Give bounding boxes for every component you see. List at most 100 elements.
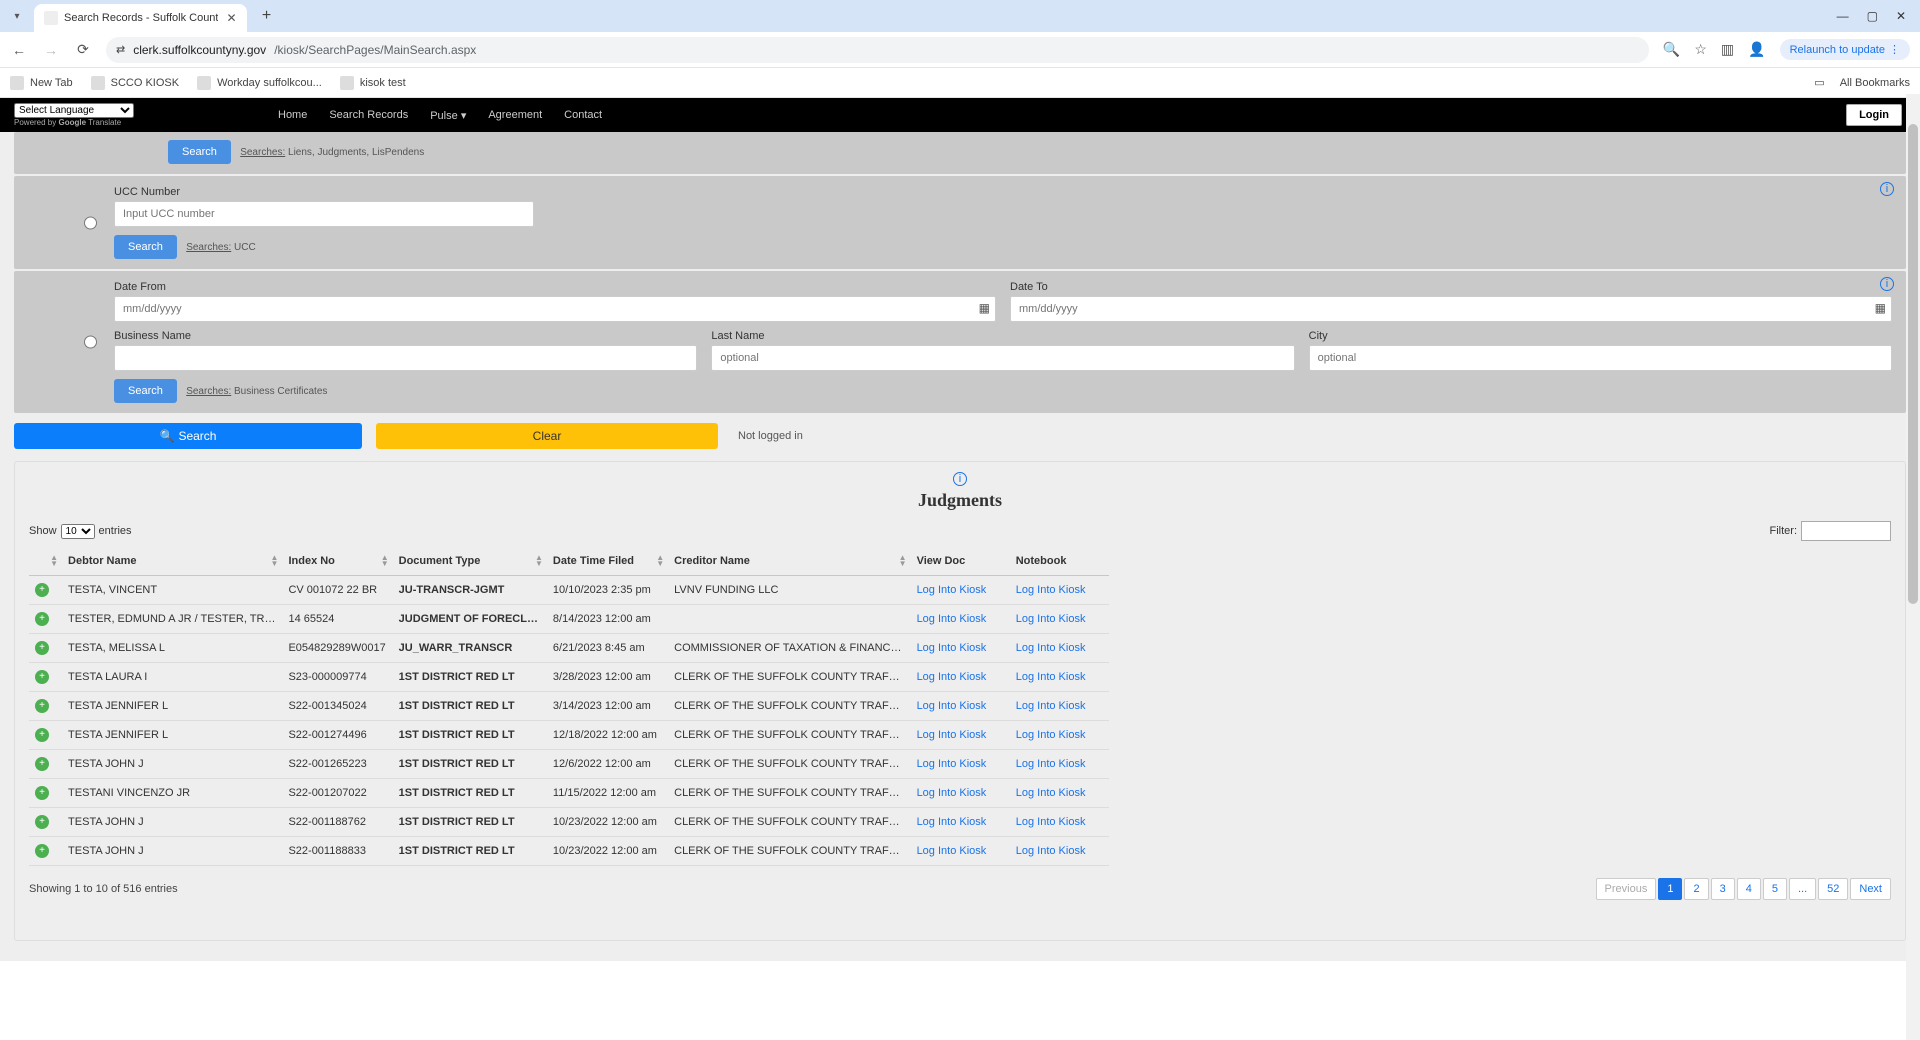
relaunch-button[interactable]: Relaunch to update⋮ (1780, 39, 1910, 60)
ucc-radio[interactable] (84, 216, 97, 229)
nav-home[interactable]: Home (278, 109, 307, 122)
col-index[interactable]: Index No▲▼ (282, 547, 392, 576)
page-52[interactable]: 52 (1818, 878, 1848, 900)
col-datefiled[interactable]: Date Time Filed▲▼ (547, 547, 668, 576)
view-doc-link[interactable]: Log Into Kiosk (917, 787, 987, 799)
info-icon[interactable]: i (1880, 277, 1894, 291)
notebook-link[interactable]: Log Into Kiosk (1016, 729, 1086, 741)
notebook-link[interactable]: Log Into Kiosk (1016, 671, 1086, 683)
page-prev[interactable]: Previous (1596, 878, 1657, 900)
col-expand[interactable]: ▲▼ (29, 547, 62, 576)
scrollbar-thumb[interactable] (1908, 124, 1918, 604)
view-doc-link[interactable]: Log Into Kiosk (917, 729, 987, 741)
page-3[interactable]: 3 (1711, 878, 1735, 900)
sidepanel-icon[interactable]: ▥ (1721, 41, 1734, 58)
page-5[interactable]: 5 (1763, 878, 1787, 900)
calendar-icon[interactable]: ▦ (1875, 301, 1886, 315)
new-tab-button[interactable]: + (255, 4, 279, 28)
nav-agreement[interactable]: Agreement (488, 109, 542, 122)
view-doc-link[interactable]: Log Into Kiosk (917, 584, 987, 596)
language-select[interactable]: Select Language (14, 103, 134, 118)
main-search-button[interactable]: 🔍Search (14, 423, 362, 449)
tab-search-dropdown[interactable]: ▾ (6, 5, 28, 27)
view-doc-link[interactable]: Log Into Kiosk (917, 613, 987, 625)
view-doc-link[interactable]: Log Into Kiosk (917, 816, 987, 828)
business-radio[interactable] (84, 336, 97, 349)
cell-debtor: TESTANI VINCENZO JR (62, 779, 282, 808)
notebook-link[interactable]: Log Into Kiosk (1016, 584, 1086, 596)
info-icon[interactable]: i (1880, 182, 1894, 196)
cell-debtor: TESTA, VINCENT (62, 576, 282, 605)
vertical-scrollbar[interactable] (1906, 94, 1920, 1040)
close-window-icon[interactable]: ✕ (1896, 9, 1906, 23)
info-icon[interactable]: i (953, 472, 967, 486)
browser-tab[interactable]: Search Records - Suffolk Count ✕ (34, 4, 247, 32)
view-doc-link[interactable]: Log Into Kiosk (917, 758, 987, 770)
col-debtor[interactable]: Debtor Name▲▼ (62, 547, 282, 576)
expand-row-icon[interactable]: + (35, 844, 49, 858)
expand-row-icon[interactable]: + (35, 786, 49, 800)
nav-contact[interactable]: Contact (564, 109, 602, 122)
page-ellipsis[interactable]: ... (1789, 878, 1816, 900)
bookmark-star-icon[interactable]: ☆ (1694, 41, 1707, 58)
bookmark-item[interactable]: kisok test (340, 76, 406, 90)
view-doc-link[interactable]: Log Into Kiosk (917, 671, 987, 683)
business-name-input[interactable] (114, 345, 697, 371)
expand-row-icon[interactable]: + (35, 612, 49, 626)
bookmark-item[interactable]: Workday suffolkcou... (197, 76, 322, 90)
filter-input[interactable] (1801, 521, 1891, 541)
date-to-input[interactable] (1010, 296, 1892, 322)
back-button[interactable]: ← (10, 42, 28, 58)
login-button[interactable]: Login (1846, 104, 1902, 126)
language-selector[interactable]: Select Language Powered by Google Transl… (14, 102, 134, 127)
view-doc-link[interactable]: Log Into Kiosk (917, 845, 987, 857)
reload-button[interactable]: ⟳ (74, 41, 92, 58)
expand-row-icon[interactable]: + (35, 757, 49, 771)
expand-row-icon[interactable]: + (35, 815, 49, 829)
expand-row-icon[interactable]: + (35, 583, 49, 597)
city-input[interactable] (1309, 345, 1892, 371)
notebook-link[interactable]: Log Into Kiosk (1016, 845, 1086, 857)
site-info-icon[interactable]: ⇄ (116, 43, 125, 56)
maximize-icon[interactable]: ▢ (1867, 9, 1878, 23)
expand-row-icon[interactable]: + (35, 670, 49, 684)
profile-icon[interactable]: 👤 (1748, 41, 1765, 58)
all-bookmarks-button[interactable]: ▭ All Bookmarks (1814, 76, 1910, 89)
nav-search-records[interactable]: Search Records (329, 109, 408, 122)
liens-search-button[interactable]: Search (168, 140, 231, 164)
notebook-link[interactable]: Log Into Kiosk (1016, 758, 1086, 770)
calendar-icon[interactable]: ▦ (979, 301, 990, 315)
page-1[interactable]: 1 (1658, 878, 1682, 900)
notebook-link[interactable]: Log Into Kiosk (1016, 787, 1086, 799)
ucc-number-input[interactable] (114, 201, 534, 227)
ucc-search-button[interactable]: Search (114, 235, 177, 259)
minimize-icon[interactable]: — (1837, 9, 1849, 23)
date-from-input[interactable] (114, 296, 996, 322)
expand-row-icon[interactable]: + (35, 699, 49, 713)
bookmark-item[interactable]: SCCO KIOSK (91, 76, 179, 90)
nav-pulse[interactable]: Pulse ▾ (430, 109, 466, 122)
page-next[interactable]: Next (1850, 878, 1891, 900)
forward-button[interactable]: → (42, 42, 60, 58)
business-search-button[interactable]: Search (114, 379, 177, 403)
bookmark-item[interactable]: New Tab (10, 76, 73, 90)
clear-button[interactable]: Clear (376, 423, 718, 449)
notebook-link[interactable]: Log Into Kiosk (1016, 642, 1086, 654)
last-name-input[interactable] (711, 345, 1294, 371)
col-doctype[interactable]: Document Type▲▼ (393, 547, 547, 576)
expand-row-icon[interactable]: + (35, 728, 49, 742)
col-creditor[interactable]: Creditor Name▲▼ (668, 547, 910, 576)
url-input[interactable]: ⇄ clerk.suffolkcountyny.gov/kiosk/Search… (106, 37, 1649, 63)
notebook-link[interactable]: Log Into Kiosk (1016, 613, 1086, 625)
tab-close-icon[interactable]: ✕ (226, 11, 236, 25)
view-doc-link[interactable]: Log Into Kiosk (917, 642, 987, 654)
notebook-link[interactable]: Log Into Kiosk (1016, 816, 1086, 828)
notebook-link[interactable]: Log Into Kiosk (1016, 700, 1086, 712)
page-4[interactable]: 4 (1737, 878, 1761, 900)
expand-row-icon[interactable]: + (35, 641, 49, 655)
page-2[interactable]: 2 (1684, 878, 1708, 900)
zoom-icon[interactable]: 🔍 (1663, 41, 1680, 58)
view-doc-link[interactable]: Log Into Kiosk (917, 700, 987, 712)
date-from-label: Date From (114, 281, 996, 293)
entries-select[interactable]: 10 (61, 524, 95, 539)
